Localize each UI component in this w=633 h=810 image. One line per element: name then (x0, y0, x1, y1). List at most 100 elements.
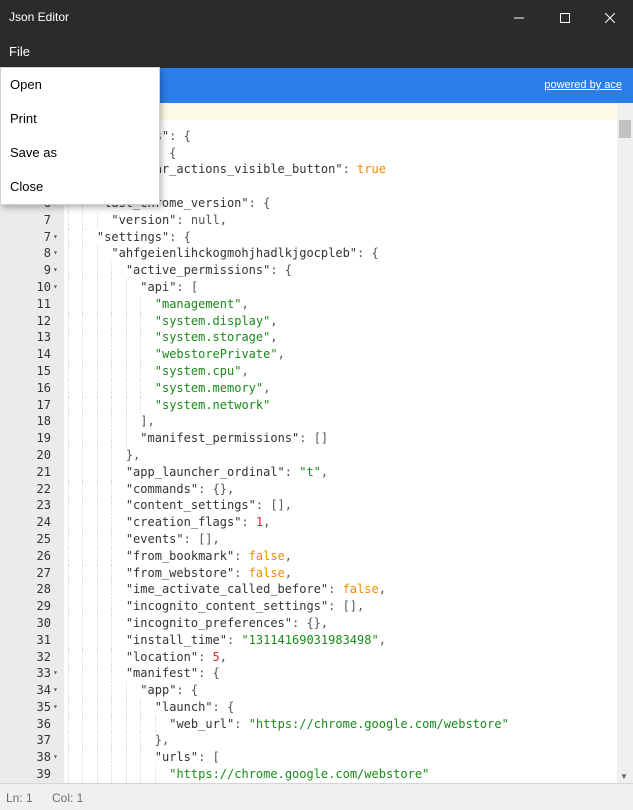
json-editor[interactable]: 1{2▾"extensions": {3"alerts": {4"toolbar… (0, 103, 633, 783)
code-line[interactable]: 20}, (0, 446, 617, 464)
code-line[interactable]: 24 "creation_flags": 1, (0, 514, 617, 531)
code-text[interactable]: "app": { (140, 682, 198, 699)
code-text[interactable]: "system.network" (155, 397, 271, 414)
menu-item-open[interactable]: Open (1, 68, 159, 102)
code-text[interactable]: }, (126, 447, 140, 464)
menu-item-print[interactable]: Print (1, 102, 159, 136)
code-text[interactable]: "management", (155, 296, 249, 313)
code-line[interactable]: 22 "commands": {}, (0, 480, 617, 498)
code-line[interactable]: 15 "system.cpu", (0, 362, 617, 380)
code-text[interactable]: "install_time": "13114169031983498", (126, 632, 386, 649)
powered-by-ace-link[interactable]: powered by ace (544, 79, 622, 91)
fold-toggle-icon[interactable]: ▾ (53, 245, 63, 262)
maximize-button[interactable] (542, 0, 588, 35)
code-line[interactable]: 25 "events": [], (0, 530, 617, 548)
code-text[interactable]: "incognito_content_settings": [], (126, 598, 364, 615)
code-text[interactable]: "app_launcher_ordinal": "t", (126, 464, 328, 481)
code-text[interactable]: "urls": [ (155, 749, 220, 766)
indent-guide (82, 648, 84, 666)
code-text[interactable]: "system.storage", (155, 329, 278, 346)
code-line[interactable]: 28 "ime_activate_called_before": false, (0, 581, 617, 599)
minimize-button[interactable] (496, 0, 542, 35)
code-text[interactable]: "creation_flags": 1, (126, 514, 271, 531)
code-line[interactable]: 30 "incognito_preferences": {}, (0, 614, 617, 632)
indent-guide (111, 732, 113, 750)
code-text[interactable]: "system.display", (155, 313, 278, 330)
code-line[interactable]: 9 ▾ "active_permissions": { (0, 262, 617, 279)
code-line[interactable]: 12 "system.display", (0, 312, 617, 330)
code-text[interactable]: "webstorePrivate", (155, 346, 285, 363)
scroll-down-arrow-icon[interactable]: ▼ (620, 772, 628, 781)
code-text[interactable]: "launch": { (155, 699, 234, 716)
code-text[interactable]: "ime_activate_called_before": false, (126, 581, 386, 598)
menu-item-close[interactable]: Close (1, 170, 159, 204)
code-line[interactable]: 34 ▾ "app": { (0, 682, 617, 699)
code-line[interactable]: 39 "https://chrome.google.com/webstore" (0, 766, 617, 783)
indent-guide (68, 766, 69, 783)
code-line[interactable]: 17 "system.network" (0, 396, 617, 414)
code-text[interactable]: "location": 5, (126, 649, 227, 666)
code-line[interactable]: 23 "content_settings": [], (0, 497, 617, 515)
code-text[interactable]: "settings": { (97, 229, 191, 246)
fold-toggle-icon[interactable]: ▾ (53, 279, 63, 296)
code-line[interactable]: 7 "version": null, (0, 211, 617, 229)
code-line[interactable]: 14 "webstorePrivate", (0, 346, 617, 363)
code-text[interactable]: "commands": {}, (126, 481, 234, 498)
code-line[interactable]: 8 ▾ "ahfgeienlihckogmohjhadlkjgocpleb": { (0, 245, 617, 263)
code-line[interactable]: 35 ▾ "launch": { (0, 698, 617, 716)
code-line[interactable]: 7 ▾ "settings": { (0, 228, 617, 246)
fold-toggle-icon[interactable]: ▾ (53, 229, 63, 246)
code-text[interactable]: "incognito_preferences": {}, (126, 615, 328, 632)
code-text[interactable]: "api": [ (140, 279, 198, 296)
code-text[interactable]: "https://chrome.google.com/webstore" (169, 766, 429, 783)
fold-toggle-icon[interactable]: ▾ (53, 682, 63, 699)
vertical-scrollbar[interactable]: ▼ (617, 103, 633, 783)
json-punctuation: , (219, 649, 227, 664)
code-text[interactable]: "system.memory", (155, 380, 271, 397)
code-text[interactable]: }, (155, 732, 169, 749)
code-line[interactable]: 32 "location": 5, (0, 648, 617, 666)
code-text[interactable]: "system.cpu", (155, 363, 249, 380)
menu-file[interactable]: File (9, 44, 30, 59)
code-line[interactable]: 10 ▾ "api": [ (0, 278, 617, 296)
code-text[interactable]: ], (140, 413, 154, 430)
code-text[interactable]: "from_webstore": false, (126, 565, 292, 582)
code-text[interactable]: "version": null, (111, 212, 227, 229)
code-line[interactable]: 31 "install_time": "13114169031983498", (0, 631, 617, 649)
code-line[interactable]: 27 "from_webstore": false, (0, 564, 617, 582)
fold-toggle-icon[interactable]: ▾ (53, 262, 63, 279)
code-text[interactable]: "content_settings": [], (126, 497, 292, 514)
code-text[interactable]: "web_url": "https://chrome.google.com/we… (169, 716, 509, 733)
fold-toggle-icon[interactable]: ▾ (53, 665, 63, 682)
menu-item-save-as[interactable]: Save as (1, 136, 159, 170)
indent-guide (68, 362, 69, 380)
fold-toggle-icon[interactable]: ▾ (53, 749, 63, 766)
code-lines[interactable]: 1{2▾"extensions": {3"alerts": {4"toolbar… (0, 111, 617, 783)
code-text[interactable]: "ahfgeienlihckogmohjhadlkjgocpleb": { (111, 245, 378, 262)
close-button[interactable] (587, 0, 633, 35)
code-line[interactable]: 19 "manifest_permissions": [] (0, 430, 617, 447)
code-line[interactable]: 29 "incognito_content_settings": [], (0, 598, 617, 615)
code-line[interactable]: 33 ▾ "manifest": { (0, 665, 617, 683)
code-line[interactable]: 38 ▾ "urls": [ (0, 749, 617, 767)
code-line[interactable]: 11 "management", (0, 295, 617, 313)
code-text[interactable]: "from_bookmark": false, (126, 548, 292, 565)
code-line[interactable]: 13 "system.storage", (0, 329, 617, 347)
indent-guide (82, 665, 84, 683)
code-line[interactable]: 26 "from_bookmark": false, (0, 547, 617, 565)
json-punctuation: }, (125, 447, 141, 462)
indent-guide (82, 245, 84, 263)
code-text[interactable]: "events": [], (126, 531, 220, 548)
code-line[interactable]: 18], (0, 413, 617, 431)
code-line[interactable]: 21 "app_launcher_ordinal": "t", (0, 463, 617, 481)
code-line[interactable]: 16 "system.memory", (0, 379, 617, 397)
scrollbar-thumb[interactable] (619, 120, 631, 138)
code-text[interactable]: "active_permissions": { (126, 262, 292, 279)
code-line[interactable]: 36 "web_url": "https://chrome.google.com/… (0, 715, 617, 733)
code-line[interactable]: 37}, (0, 732, 617, 750)
indent-guide (82, 581, 84, 599)
json-string: "13114169031983498" (241, 632, 379, 647)
code-text[interactable]: "manifest": { (126, 665, 220, 682)
code-text[interactable]: "manifest_permissions": [] (140, 430, 328, 447)
fold-toggle-icon[interactable]: ▾ (53, 699, 63, 716)
